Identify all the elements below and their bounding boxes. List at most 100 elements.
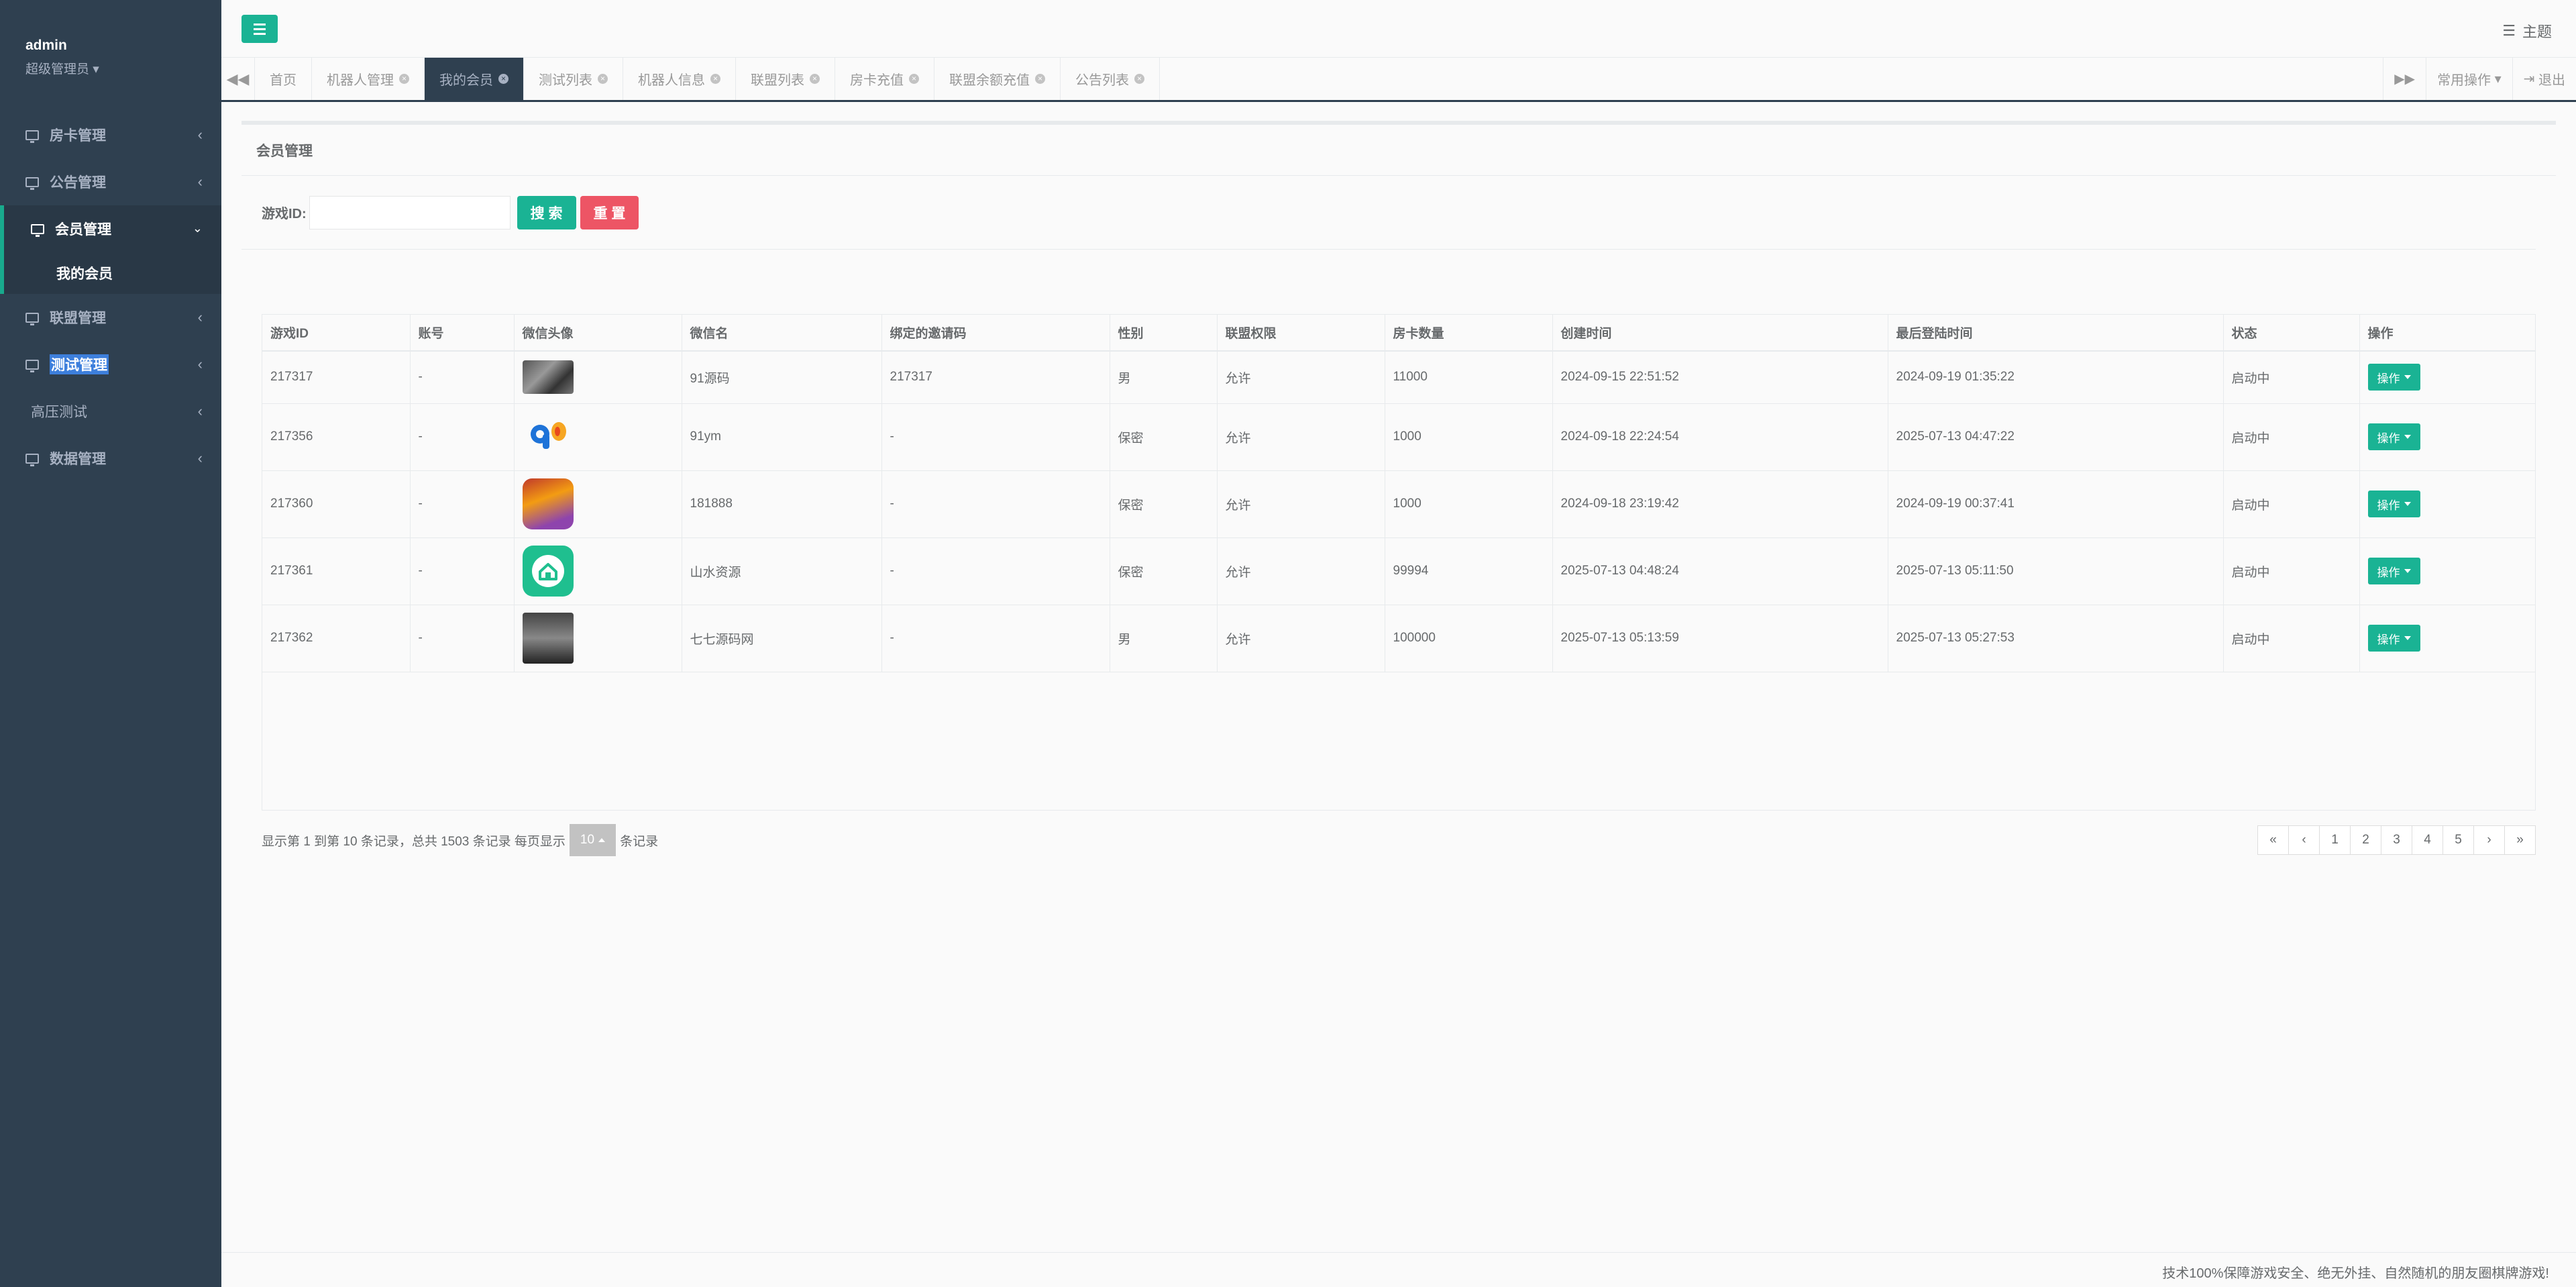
- game-id-input[interactable]: [309, 195, 511, 229]
- footer-text: 技术100%保障游戏安全、绝无外挂、自然随机的朋友圈棋牌游戏!: [2162, 1266, 2549, 1281]
- monitor-icon: [25, 176, 39, 190]
- col-card-count[interactable]: 房卡数量: [1385, 315, 1553, 352]
- page-last-button[interactable]: »: [2504, 825, 2536, 855]
- reset-button[interactable]: 重 置: [580, 195, 639, 229]
- tabs-scroll-left-button[interactable]: ◀◀: [221, 58, 255, 100]
- col-wechat-name[interactable]: 微信名: [682, 315, 882, 352]
- col-league-permission[interactable]: 联盟权限: [1217, 315, 1385, 352]
- close-icon[interactable]: ×: [1035, 74, 1045, 84]
- status-badge: 启动中: [2223, 537, 2360, 605]
- pagination: « ‹ 1 2 3 4 5 › »: [2257, 825, 2536, 855]
- footer: 技术100%保障游戏安全、绝无外挂、自然随机的朋友圈棋牌游戏!: [221, 1252, 2576, 1287]
- logout-button[interactable]: ⇥ 退出: [2512, 58, 2576, 100]
- tab-robot-manage[interactable]: 机器人管理 ×: [312, 58, 425, 100]
- tab-test-list[interactable]: 测试列表 ×: [524, 58, 623, 100]
- col-gender[interactable]: 性别: [1110, 315, 1218, 352]
- row-action-dropdown[interactable]: 操作: [2367, 625, 2420, 652]
- sidebar-item-label: 测试管理: [50, 354, 109, 374]
- row-action-dropdown[interactable]: 操作: [2367, 558, 2420, 584]
- avatar: [522, 478, 574, 529]
- col-wechat-avatar[interactable]: 微信头像: [514, 315, 682, 352]
- table-row: 217361 - 山水资源 - 保密 允许 99994 2025-07-13 0…: [262, 537, 2535, 605]
- sidebar-subitem-my-members[interactable]: 我的会员: [0, 252, 221, 294]
- close-icon[interactable]: ×: [1134, 74, 1144, 84]
- sidebar-item-notice[interactable]: 公告管理 ‹: [0, 158, 221, 205]
- hamburger-icon: [254, 23, 266, 25]
- col-account[interactable]: 账号: [410, 315, 515, 352]
- page-5-button[interactable]: 5: [2443, 825, 2474, 855]
- search-form: 游戏ID: 搜 索 重 置: [241, 176, 2536, 250]
- tab-league-balance-recharge[interactable]: 联盟余额充值 ×: [934, 58, 1061, 100]
- page-prev-button[interactable]: ‹: [2288, 825, 2320, 855]
- tab-league-list[interactable]: 联盟列表 ×: [736, 58, 835, 100]
- logout-icon: ⇥: [2523, 72, 2535, 87]
- sidebar-item-league[interactable]: 联盟管理 ‹: [0, 294, 221, 341]
- close-icon[interactable]: ×: [598, 74, 608, 84]
- sidebar-item-label: 高压测试: [31, 405, 87, 420]
- page-3-button[interactable]: 3: [2381, 825, 2412, 855]
- col-status[interactable]: 状态: [2223, 315, 2360, 352]
- page-1-button[interactable]: 1: [2319, 825, 2351, 855]
- sidebar-item-data[interactable]: 数据管理 ‹: [0, 435, 221, 482]
- sidebar: admin 超级管理员 ▾ 房卡管理 ‹ 公告管理 ‹ 会员管理 ⌄ 我的会员 …: [0, 0, 221, 1287]
- user-name: admin: [25, 38, 67, 53]
- page-first-button[interactable]: «: [2257, 825, 2289, 855]
- tab-robot-info[interactable]: 机器人信息 ×: [623, 58, 736, 100]
- tab-card-recharge[interactable]: 房卡充值 ×: [835, 58, 934, 100]
- double-left-icon: ◀◀: [226, 70, 250, 87]
- caret-down-icon: [2404, 636, 2411, 640]
- sidebar-item-label: 会员管理: [55, 222, 111, 238]
- member-table-container: 游戏ID 账号 微信头像 微信名 绑定的邀请码 性别 联盟权限 房卡数量 创建时…: [262, 314, 2536, 811]
- top-navbar: ☰ 主题: [221, 0, 2576, 58]
- user-profile[interactable]: admin 超级管理员 ▾: [0, 0, 221, 111]
- sidebar-item-room-card[interactable]: 房卡管理 ‹: [0, 111, 221, 158]
- table-row: 217360 - 181888 - 保密 允许 1000 2024-09-18 …: [262, 470, 2535, 538]
- user-role-dropdown[interactable]: 超级管理员 ▾: [25, 59, 221, 77]
- status-badge: 启动中: [2223, 605, 2360, 672]
- close-icon[interactable]: ×: [810, 74, 820, 84]
- common-ops-dropdown[interactable]: 常用操作 ▾: [2426, 58, 2512, 100]
- menu-toggle-button[interactable]: [241, 15, 278, 43]
- chevron-left-icon: ‹: [197, 309, 203, 325]
- close-icon[interactable]: ×: [399, 74, 409, 84]
- sidebar-item-member[interactable]: 会员管理 ⌄: [0, 205, 221, 252]
- close-icon[interactable]: ×: [909, 74, 919, 84]
- avatar: [522, 360, 574, 395]
- theme-button[interactable]: ☰ 主题: [2502, 20, 2552, 42]
- col-created-time[interactable]: 创建时间: [1552, 315, 1888, 352]
- tabs-scroll-right-button[interactable]: ▶▶: [2383, 58, 2426, 100]
- page-size-dropdown[interactable]: 10: [569, 824, 616, 856]
- sidebar-item-label: 联盟管理: [50, 311, 106, 326]
- avatar: [522, 411, 574, 462]
- main-content: 会员管理 游戏ID: 搜 索 重 置 游戏ID 账号 微信头像 微信名 绑定的邀…: [241, 121, 2556, 856]
- col-invite-code[interactable]: 绑定的邀请码: [881, 315, 1110, 352]
- home-icon: [531, 555, 564, 587]
- page-4-button[interactable]: 4: [2412, 825, 2443, 855]
- monitor-icon: [31, 223, 44, 237]
- logo-91-icon: [530, 422, 566, 449]
- list-icon: ☰: [2502, 22, 2516, 39]
- close-icon[interactable]: ×: [498, 74, 508, 84]
- close-icon[interactable]: ×: [710, 74, 720, 84]
- sidebar-item-test[interactable]: 测试管理 ‹: [0, 341, 221, 388]
- row-action-dropdown[interactable]: 操作: [2367, 423, 2420, 450]
- tab-notice-list[interactable]: 公告列表 ×: [1061, 58, 1160, 100]
- status-badge: 启动中: [2223, 351, 2360, 404]
- sidebar-item-stress-test[interactable]: 高压测试 ‹: [0, 388, 221, 435]
- table-header-row: 游戏ID 账号 微信头像 微信名 绑定的邀请码 性别 联盟权限 房卡数量 创建时…: [262, 315, 2535, 352]
- search-button[interactable]: 搜 索: [517, 195, 576, 229]
- col-last-login[interactable]: 最后登陆时间: [1888, 315, 2224, 352]
- table-row: 217317 - 91源码 217317 男 允许 11000 2024-09-…: [262, 351, 2535, 404]
- col-actions[interactable]: 操作: [2359, 315, 2535, 352]
- table-row: 217362 - 七七源码网 - 男 允许 100000 2025-07-13 …: [262, 605, 2535, 672]
- avatar: [522, 546, 574, 597]
- row-action-dropdown[interactable]: 操作: [2367, 364, 2420, 391]
- chevron-left-icon: ‹: [197, 403, 203, 419]
- tab-my-members[interactable]: 我的会员 ×: [425, 58, 524, 100]
- row-action-dropdown[interactable]: 操作: [2367, 491, 2420, 517]
- col-game-id[interactable]: 游戏ID: [262, 315, 411, 352]
- avatar: [522, 613, 574, 664]
- tab-home[interactable]: 首页: [255, 58, 312, 100]
- page-2-button[interactable]: 2: [2350, 825, 2381, 855]
- page-next-button[interactable]: ›: [2473, 825, 2505, 855]
